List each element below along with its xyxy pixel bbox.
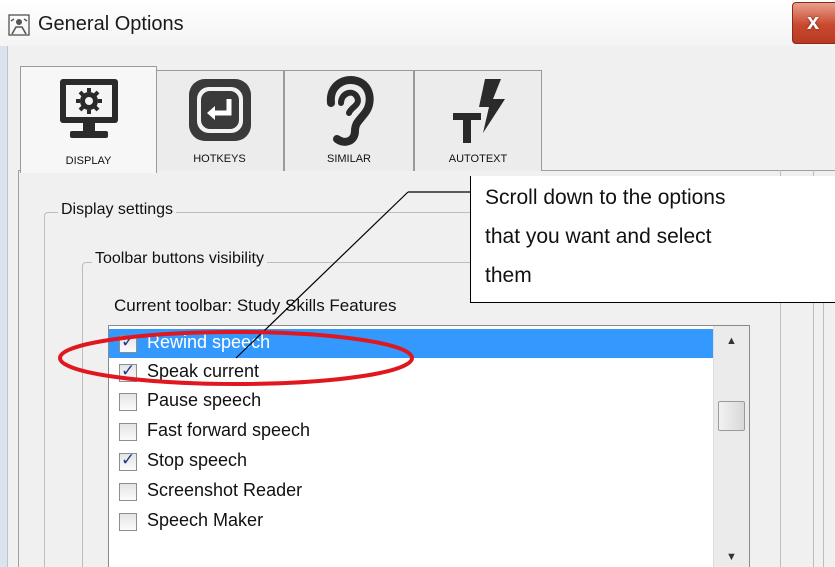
general-options-window: General Options x DISPLAY HOTKEYS SIMILA… bbox=[0, 0, 835, 567]
annotation-overlay bbox=[58, 191, 470, 386]
